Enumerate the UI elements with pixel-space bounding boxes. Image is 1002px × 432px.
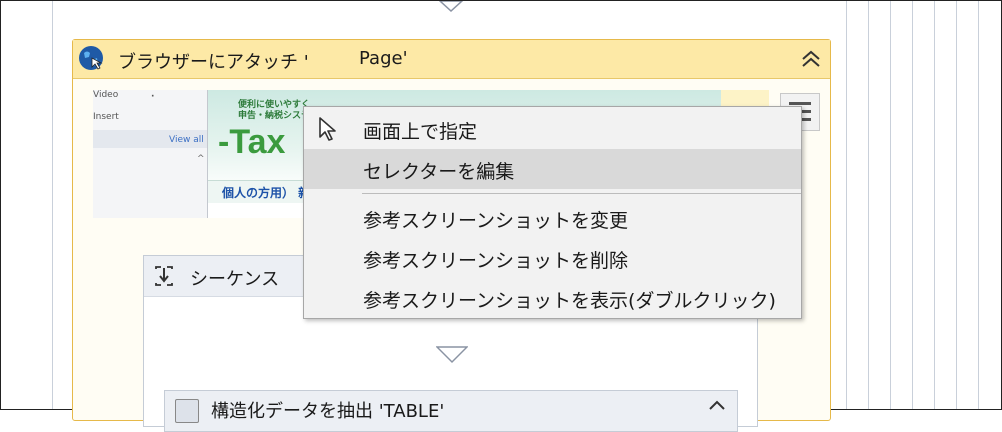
scope-border-line [868, 1, 869, 409]
menu-item-edit-selector[interactable]: セレクターを編集 [304, 149, 801, 189]
attach-browser-page: Page' [359, 48, 408, 69]
drop-arrow-icon[interactable] [436, 346, 468, 364]
screenshot-left-panel: Video · Insert View all ^ [93, 90, 208, 218]
screenshot-text-video: Video [93, 90, 119, 100]
scope-border-line [934, 1, 935, 409]
menu-item-change-screenshot[interactable]: 参考スクリーンショットを変更 [304, 198, 801, 238]
scope-border-line [52, 1, 53, 409]
screenshot-caret: ^ [197, 154, 205, 164]
scope-border-line [890, 1, 891, 409]
table-icon [175, 399, 199, 423]
attach-browser-header: ブラウザーにアタッチ ' Page' [73, 40, 830, 79]
menu-item-label: セレクターを編集 [363, 161, 515, 183]
cursor-icon [319, 117, 336, 141]
extract-title: 構造化データを抽出 'TABLE' [211, 401, 445, 422]
screenshot-text-insert: Insert [93, 112, 119, 122]
extract-structured-data-activity[interactable]: 構造化データを抽出 'TABLE' [164, 390, 738, 432]
scope-border-line [978, 1, 979, 409]
globe-icon [79, 46, 103, 70]
collapse-icon[interactable] [707, 399, 727, 417]
scope-border-line [956, 1, 957, 409]
menu-item-label: 参考スクリーンショットを表示(ダブルクリック) [363, 290, 776, 312]
menu-item-show-screenshot[interactable]: 参考スクリーンショットを表示(ダブルクリック) [304, 278, 801, 318]
etax-logo: -Tax [218, 123, 286, 161]
sequence-title: シーケンス [190, 269, 280, 290]
sequence-icon [155, 266, 173, 286]
etax-tagline-line-1: 便利に使いやすく [238, 100, 311, 110]
menu-item-label: 参考スクリーンショットを変更 [363, 210, 629, 232]
context-menu: 画面上で指定 セレクターを編集 参考スクリーンショットを変更 参考スクリーンショ… [303, 106, 802, 319]
collapse-icon[interactable] [800, 49, 822, 69]
menu-item-label: 参考スクリーンショットを削除 [363, 250, 629, 272]
scope-border-line [912, 1, 913, 409]
etax-link: 個人の方用） 新 [222, 186, 311, 200]
menu-separator [362, 193, 801, 194]
menu-item-label: 画面上で指定 [363, 121, 478, 143]
screenshot-text-view-all: View all [169, 135, 204, 145]
drop-arrow-icon[interactable] [439, 1, 463, 13]
attach-browser-title: ブラウザーにアタッチ ' [118, 52, 309, 73]
menu-item-delete-screenshot[interactable]: 参考スクリーンショットを削除 [304, 238, 801, 278]
designer-canvas: ブラウザーにアタッチ ' Page' Video · Insert View a… [0, 0, 1002, 432]
screenshot-dot: · [151, 92, 155, 102]
scope-border-line [846, 1, 847, 409]
menu-item-indicate-on-screen[interactable]: 画面上で指定 [304, 109, 801, 149]
hamburger-bar [789, 102, 811, 105]
